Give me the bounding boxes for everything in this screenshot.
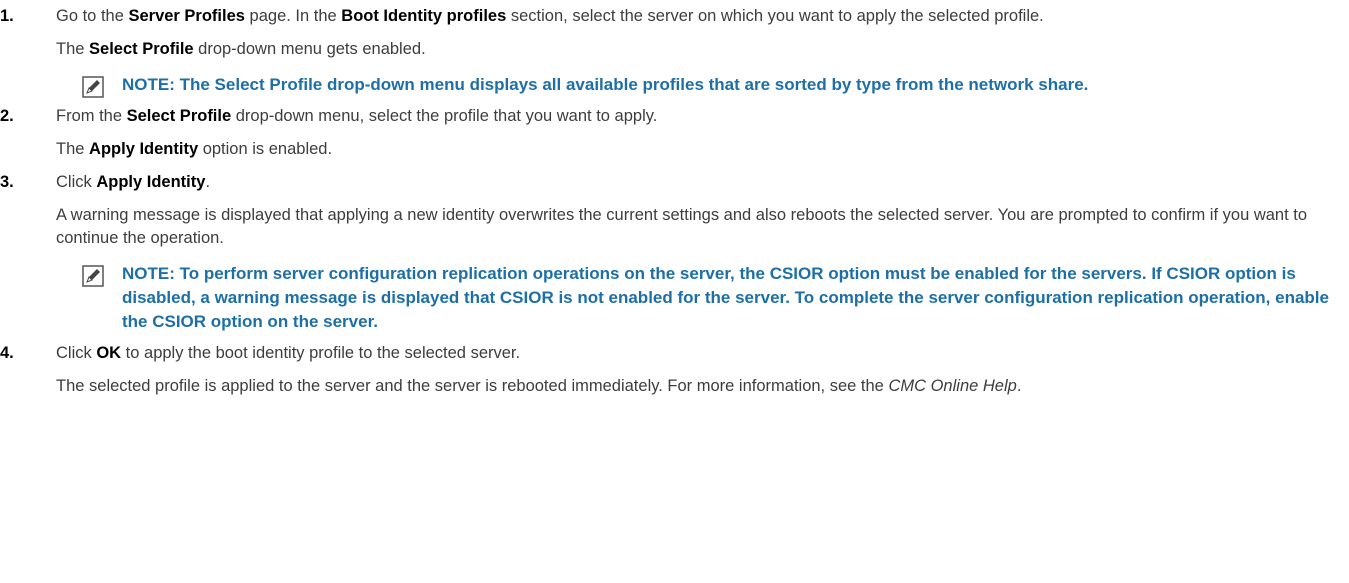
note-pencil-icon [82, 76, 104, 98]
ui-term: Boot Identity profiles [341, 7, 507, 25]
note: NOTE: The Select Profile drop-down menu … [82, 73, 1333, 98]
step-result: A warning message is displayed that appl… [56, 206, 1308, 247]
ui-term: Server Profiles [128, 7, 245, 25]
step-instruction: Click Apply Identity. [56, 173, 211, 191]
note-text: NOTE: To perform server configuration re… [122, 264, 1329, 331]
step-instruction: Click OK to apply the boot identity prof… [56, 344, 521, 362]
step-number: 2. [0, 107, 14, 125]
step-instruction: From the Select Profile drop-down menu, … [56, 107, 658, 125]
document-body: 1. Go to the Server Profiles page. In th… [0, 0, 1349, 398]
note: NOTE: To perform server configuration re… [82, 262, 1333, 334]
note-text: NOTE: The Select Profile drop-down menu … [122, 75, 1089, 94]
ui-term: Select Profile [126, 107, 232, 125]
note-pencil-icon [82, 265, 104, 287]
ui-term: Select Profile [89, 40, 194, 58]
step-number: 4. [0, 344, 14, 362]
ui-term: Apply Identity [89, 140, 199, 158]
step-4: 4. Click OK to apply the boot identity p… [0, 342, 1349, 398]
step-instruction: Go to the Server Profiles page. In the B… [56, 7, 1044, 25]
step-result: The Apply Identity option is enabled. [56, 140, 333, 158]
doc-reference: CMC Online Help [888, 377, 1017, 395]
step-number: 3. [0, 173, 14, 191]
step-1: 1. Go to the Server Profiles page. In th… [0, 5, 1349, 98]
step-result: The Select Profile drop-down menu gets e… [56, 40, 426, 58]
step-3: 3. Click Apply Identity. A warning messa… [0, 171, 1349, 334]
ui-term: OK [96, 344, 122, 362]
ui-term: Apply Identity [96, 173, 206, 191]
step-number: 1. [0, 7, 14, 25]
step-result: The selected profile is applied to the s… [56, 377, 1022, 395]
step-2: 2. From the Select Profile drop-down men… [0, 105, 1349, 161]
